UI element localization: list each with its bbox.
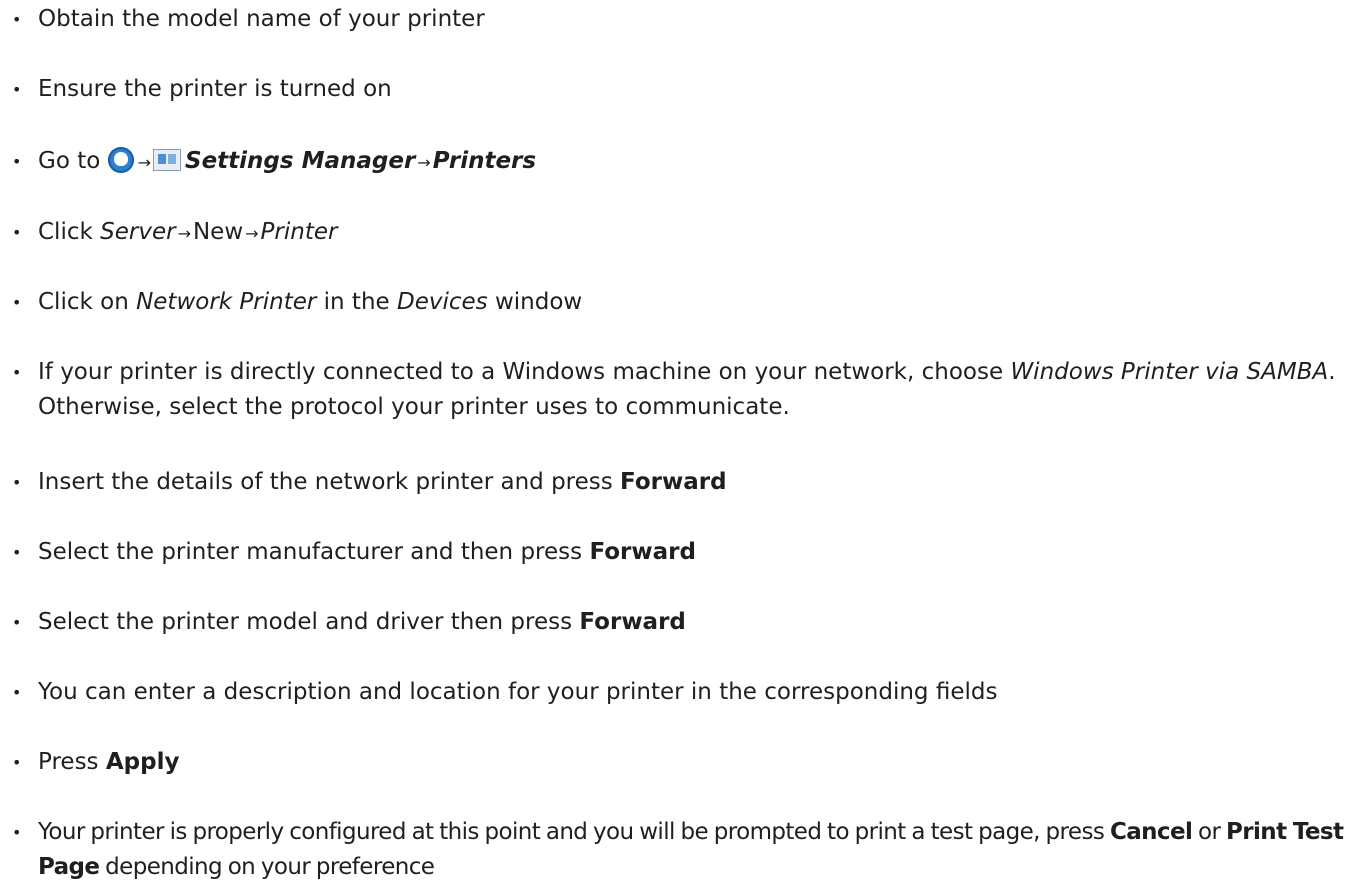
network-printer-label: Network Printer xyxy=(136,289,317,315)
step-middle: in the xyxy=(323,289,390,315)
step-text: Insert the details of the network printe… xyxy=(38,465,1345,500)
list-item: • Ensure the printer is turned on xyxy=(0,72,1345,107)
step-prefix: Press xyxy=(38,749,99,775)
step-prefix: Go to xyxy=(38,148,101,174)
bullet: • xyxy=(12,293,22,312)
step-text: You can enter a description and location… xyxy=(38,679,998,705)
arrow: → xyxy=(245,224,259,243)
cancel-button-label: Cancel xyxy=(1109,819,1193,845)
list-item: • Select the printer manufacturer and th… xyxy=(0,535,1345,570)
step-text: If your printer is directly connected to… xyxy=(38,355,1346,425)
list-item: • Obtain the model name of your printer xyxy=(0,2,1345,37)
list-item: • Go to → Settings Manager →Printers xyxy=(0,144,1345,180)
arrow: → xyxy=(137,153,152,172)
list-item: • Click on Network Printer in the Device… xyxy=(0,285,1345,320)
bullet: • xyxy=(12,613,22,632)
step-text: Click Server →New →Printer xyxy=(38,215,1345,251)
step-prefix: Insert the details of the network printe… xyxy=(38,469,613,495)
step-prefix: Select the printer manufacturer and then… xyxy=(38,539,583,565)
step-text: Select the printer model and driver then… xyxy=(38,605,1345,640)
forward-button-label: Forward xyxy=(579,609,686,635)
step-prefix: Click xyxy=(38,219,93,245)
bullet: • xyxy=(12,10,22,29)
step-text: Press Apply xyxy=(38,745,1345,780)
bullet: • xyxy=(12,683,22,702)
list-item: • Select the printer model and driver th… xyxy=(0,605,1345,640)
step-text: Your printer is properly configured at t… xyxy=(38,815,1346,885)
step-prefix: Your printer is properly configured at t… xyxy=(38,819,1105,845)
list-item: • If your printer is directly connected … xyxy=(0,355,1345,425)
step-suffix: depending on your preference xyxy=(105,854,435,880)
list-item: • Insert the details of the network prin… xyxy=(0,465,1345,500)
bullet: • xyxy=(12,473,22,492)
new-menu-label: New xyxy=(192,219,244,245)
bullet: • xyxy=(12,80,22,99)
forward-button-label: Forward xyxy=(589,539,696,565)
step-middle: or xyxy=(1197,819,1221,845)
devices-label: Devices xyxy=(397,289,488,315)
step-text: Select the printer manufacturer and then… xyxy=(38,535,1345,570)
settings-manager-icon xyxy=(153,149,182,171)
server-menu-label: Server xyxy=(100,219,176,245)
list-item: • Click Server →New →Printer xyxy=(0,215,1345,251)
step-suffix: window xyxy=(494,289,583,315)
printers-label: Printers xyxy=(432,148,537,174)
printer-menu-label: Printer xyxy=(260,219,338,245)
list-item: • You can enter a description and locati… xyxy=(0,675,1345,710)
bullet: • xyxy=(12,823,22,842)
list-item: • Press Apply xyxy=(0,745,1345,780)
step-prefix: If your printer is directly connected to… xyxy=(38,359,1004,385)
forward-button-label: Forward xyxy=(620,469,727,495)
bullet: • xyxy=(12,223,22,242)
windows-printer-via-samba-label: Windows Printer via SAMBA xyxy=(1010,359,1329,385)
bullet: • xyxy=(12,753,22,772)
settings-manager-label: Settings Manager xyxy=(185,148,416,174)
step-text: Click on Network Printer in the Devices … xyxy=(38,285,1345,320)
step-prefix: Select the printer model and driver then… xyxy=(38,609,573,635)
apply-button-label: Apply xyxy=(105,749,180,775)
list-item: • Your printer is properly configured at… xyxy=(0,815,1345,885)
arrow: → xyxy=(417,153,431,172)
launcher-icon xyxy=(107,147,134,173)
bullet: • xyxy=(12,363,22,382)
step-text: Obtain the model name of your printer xyxy=(38,6,485,32)
step-text: Ensure the printer is turned on xyxy=(38,76,392,102)
arrow: → xyxy=(177,224,191,243)
step-text: Go to → Settings Manager →Printers xyxy=(38,144,1345,180)
step-prefix: Click on xyxy=(38,289,129,315)
bullet: • xyxy=(12,152,22,171)
bullet: • xyxy=(12,543,22,562)
